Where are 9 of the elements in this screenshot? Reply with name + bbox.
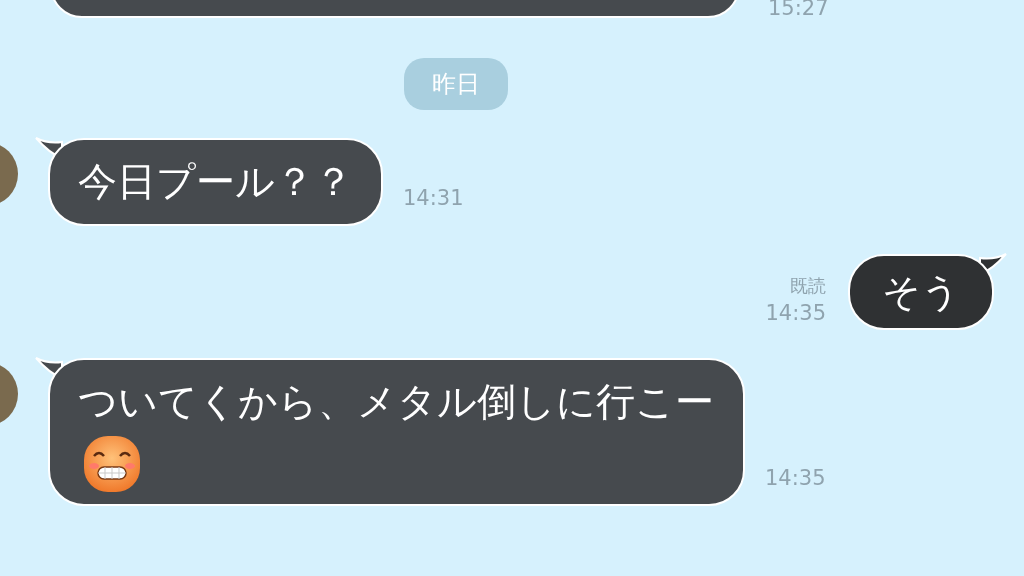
message-text: 今日プール？？ (78, 159, 353, 204)
message-time: 14:31 (403, 186, 464, 210)
read-receipt: 既読 (790, 277, 826, 295)
message-time: 14:35 (765, 466, 826, 490)
message-text: そう (882, 270, 960, 314)
message-time: 15:27 (768, 0, 829, 20)
date-label: 昨日 (404, 58, 508, 110)
message-text: ついてくから、メタル倒しに行こー (78, 379, 714, 424)
message-time: 14:35 (765, 303, 826, 324)
